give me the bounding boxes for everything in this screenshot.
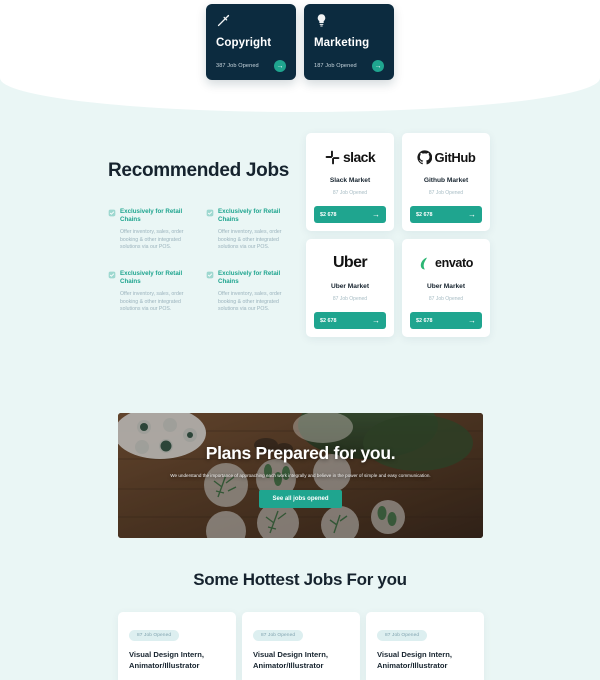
arrow-right-icon[interactable]: → <box>372 60 384 72</box>
feature-description: Offer inventory, sales, order booking & … <box>120 228 184 251</box>
brand-card-envato[interactable]: envato Uber Market 87 Job Opened $2 678 … <box>402 239 490 337</box>
brand-price-button[interactable]: $2 678 → <box>314 206 386 223</box>
envato-icon <box>420 257 427 269</box>
feature-description: Offer inventory, sales, order booking & … <box>218 290 282 313</box>
brand-card-slack[interactable]: slack Slack Market 87 Job Opened $2 678 … <box>306 133 394 231</box>
brand-price-button[interactable]: $2 678 → <box>410 206 482 223</box>
github-logo: GitHub <box>416 144 476 170</box>
status-badge: 87 Job Opened <box>129 630 180 641</box>
brand-price-button[interactable]: $2 678 → <box>314 312 386 329</box>
brand-job-count: 87 Job Opened <box>332 296 368 302</box>
brand-name: Uber Market <box>330 283 370 290</box>
brand-price: $2 678 <box>416 211 433 218</box>
slack-icon <box>325 150 340 164</box>
feature-item: Exclusively for Retail Chains Offer inve… <box>206 270 290 314</box>
feature-list: Exclusively for Retail Chains Offer inve… <box>108 208 290 314</box>
arrow-right-icon: → <box>468 209 476 219</box>
recommended-jobs-section: Recommended Jobs Exclusively for Retail … <box>0 128 600 353</box>
brand-job-count: 87 Job Opened <box>428 296 464 302</box>
arrow-right-icon: → <box>372 315 380 325</box>
brand-price: $2 678 <box>320 211 337 218</box>
category-card-marketing[interactable]: Marketing 187 Job Opened → <box>304 4 394 80</box>
feature-title: Exclusively for Retail Chains <box>218 270 281 286</box>
feature-header: Exclusively for Retail Chains <box>206 270 290 287</box>
job-title: Visual Design Intern, Animator/Illustrat… <box>377 650 452 670</box>
brand-name: Uber Market <box>426 283 466 290</box>
category-footer: 187 Job Opened → <box>314 60 384 72</box>
job-card[interactable]: 87 Job Opened Visual Design Intern, Anim… <box>118 612 236 680</box>
arrow-right-icon: → <box>468 315 476 325</box>
magic-wand-icon <box>216 13 231 28</box>
feature-item: Exclusively for Retail Chains Offer inve… <box>206 208 290 252</box>
feature-item: Exclusively for Retail Chains Offer inve… <box>108 208 192 252</box>
brand-card-grid: slack Slack Market 87 Job Opened $2 678 … <box>306 133 490 337</box>
arrow-right-icon[interactable]: → <box>274 60 286 72</box>
feature-title: Exclusively for Retail Chains <box>218 208 281 224</box>
page-title: Recommended Jobs <box>108 160 290 181</box>
job-card[interactable]: 87 Job Opened Visual Design Intern, Anim… <box>242 612 360 680</box>
brand-logo-text: slack <box>342 149 376 165</box>
page-root: Copyright 387 Job Opened → Marketing 187 <box>0 0 600 680</box>
feature-description: Offer inventory, sales, order booking & … <box>218 228 282 251</box>
brand-name: Github Market <box>423 177 469 184</box>
brand-price: $2 678 <box>320 317 337 324</box>
hottest-jobs-title: Some Hottest Jobs For you <box>193 570 407 589</box>
category-footer: 387 Job Opened → <box>216 60 286 72</box>
lightbulb-icon <box>314 13 329 28</box>
feature-header: Exclusively for Retail Chains <box>108 208 192 225</box>
brand-logo-text: envato <box>435 256 473 270</box>
banner-subtitle: We understand the importance of approach… <box>170 472 431 478</box>
brand-job-count: 87 Job Opened <box>332 190 368 196</box>
hero-section: Copyright 387 Job Opened → Marketing 187 <box>0 0 600 112</box>
feature-title: Exclusively for Retail Chains <box>120 208 183 224</box>
hottest-jobs-grid: 87 Job Opened Visual Design Intern, Anim… <box>118 612 484 680</box>
banner-content: Plans Prepared for you. We understand th… <box>118 413 483 538</box>
feature-header: Exclusively for Retail Chains <box>108 270 192 287</box>
banner-title: Plans Prepared for you. <box>205 442 396 463</box>
arrow-right-icon: → <box>372 209 380 219</box>
category-card-copyright[interactable]: Copyright 387 Job Opened → <box>206 4 296 80</box>
feature-item: Exclusively for Retail Chains Offer inve… <box>108 270 192 314</box>
feature-title: Exclusively for Retail Chains <box>120 270 183 286</box>
github-icon <box>416 149 432 164</box>
brand-name: Slack Market <box>329 177 371 184</box>
category-title: Marketing <box>314 37 370 50</box>
slack-logo: slack <box>325 144 376 170</box>
recommended-text-column: Recommended Jobs Exclusively for Retail … <box>108 160 290 314</box>
job-title: Visual Design Intern, Animator/Illustrat… <box>253 650 328 670</box>
brand-card-uber[interactable]: Uber Uber Market 87 Job Opened $2 678 → <box>306 239 394 337</box>
feature-header: Exclusively for Retail Chains <box>206 208 290 225</box>
category-job-count: 387 Job Opened <box>216 63 259 69</box>
brand-price-button[interactable]: $2 678 → <box>410 312 482 329</box>
feature-description: Offer inventory, sales, order booking & … <box>120 290 184 313</box>
job-title: Visual Design Intern, Animator/Illustrat… <box>129 650 204 670</box>
brand-logo-text: Uber <box>332 254 368 271</box>
uber-logo: Uber <box>332 250 368 276</box>
check-badge-icon <box>206 271 214 279</box>
brand-job-count: 87 Job Opened <box>428 190 464 196</box>
category-title: Copyright <box>216 37 272 50</box>
check-badge-icon <box>108 209 116 217</box>
brand-logo-text: GitHub <box>434 149 476 165</box>
status-badge: 87 Job Opened <box>253 630 304 641</box>
brand-price: $2 678 <box>416 317 433 324</box>
category-card-list: Copyright 387 Job Opened → Marketing 187 <box>0 4 600 80</box>
check-badge-icon <box>108 271 116 279</box>
job-card[interactable]: 87 Job Opened Visual Design Intern, Anim… <box>366 612 484 680</box>
category-job-count: 187 Job Opened <box>314 63 357 69</box>
see-all-jobs-button[interactable]: See all jobs opened <box>259 490 342 509</box>
status-badge: 87 Job Opened <box>377 630 428 641</box>
promo-banner: Plans Prepared for you. We understand th… <box>118 413 483 538</box>
check-badge-icon <box>206 209 214 217</box>
envato-logo: envato <box>419 250 473 276</box>
brand-card-github[interactable]: GitHub Github Market 87 Job Opened $2 67… <box>402 133 490 231</box>
